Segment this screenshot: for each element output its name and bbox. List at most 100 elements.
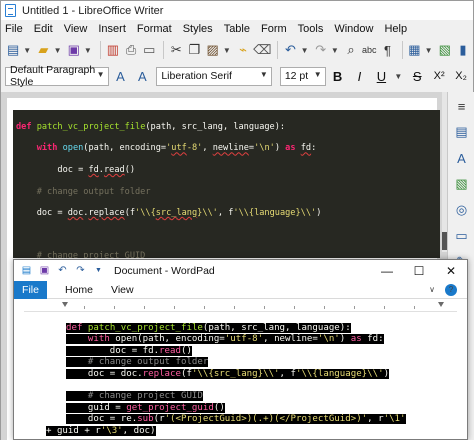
help-icon[interactable]: ? <box>445 283 457 296</box>
chevron-down-icon: ▼ <box>259 69 268 79</box>
vertical-scrollbar[interactable] <box>442 92 447 252</box>
code-block[interactable]: def patch_vc_project_file(path, src_lang… <box>13 110 440 258</box>
export-pdf-icon[interactable]: ▥ <box>105 40 121 60</box>
menu-form[interactable]: Form <box>261 23 287 35</box>
formatting-marks-icon[interactable]: ¶ <box>379 40 395 60</box>
sidebar-menu-icon[interactable]: ≡ <box>452 96 472 116</box>
menu-format[interactable]: Format <box>137 23 172 35</box>
underline-icon[interactable]: U <box>371 66 391 86</box>
save-icon[interactable]: ▣ <box>38 264 51 277</box>
print-icon[interactable]: ⎙ <box>123 40 139 60</box>
subscript-icon[interactable]: X₂ <box>451 66 471 86</box>
new-style-icon[interactable]: A <box>132 66 152 86</box>
menu-help[interactable]: Help <box>384 23 407 35</box>
ruler-tick <box>174 306 175 309</box>
page-icon[interactable]: ▭ <box>452 226 472 246</box>
clone-formatting-icon[interactable]: ⌁ <box>235 40 251 60</box>
close-icon[interactable]: ✕ <box>435 260 467 281</box>
open-dropdown-icon[interactable]: ▼ <box>54 40 62 60</box>
customize-quick-access-icon[interactable]: ▼ <box>92 264 105 277</box>
table-dropdown-icon[interactable]: ▼ <box>425 40 433 60</box>
superscript-icon[interactable]: X² <box>429 66 449 86</box>
wordpad-code-block[interactable]: def patch_vc_project_file(path, src_lang… <box>46 323 456 437</box>
undo-icon[interactable]: ↶ <box>56 264 69 277</box>
navigator-icon[interactable]: ◎ <box>452 200 472 220</box>
code-line: + guid + r'\3', doc) <box>46 425 156 436</box>
print-preview-icon[interactable]: ▭ <box>141 40 157 60</box>
code-line: doc = re.sub(r'(<ProjectGuid>)(.+)(</Pro… <box>66 414 406 425</box>
gallery-icon[interactable]: ▧ <box>452 174 472 194</box>
formatting-toolbar: Default Paragraph Style ▼ A A Liberation… <box>1 63 473 89</box>
font-name-select[interactable]: Liberation Serif ▼ <box>156 66 272 86</box>
italic-icon[interactable]: I <box>350 66 370 86</box>
minimize-icon[interactable]: — <box>371 260 403 281</box>
copy-icon[interactable]: ❐ <box>186 40 202 60</box>
font-name-value: Liberation Serif <box>161 70 232 82</box>
maximize-icon[interactable]: ☐ <box>403 260 435 281</box>
wordpad-ribbon-tabs: File Home View ∨ ? <box>14 280 467 299</box>
ruler-tick <box>384 306 385 309</box>
properties-icon[interactable]: ▤ <box>452 122 472 142</box>
indent-marker-icon[interactable] <box>62 302 68 307</box>
save-icon[interactable]: ▣ <box>66 40 82 60</box>
menu-insert[interactable]: Insert <box>98 23 126 35</box>
tab-view[interactable]: View <box>111 284 134 296</box>
tab-home[interactable]: Home <box>65 284 93 296</box>
code-line: doc = fd.read() <box>66 345 192 356</box>
strikethrough-icon[interactable]: S <box>407 66 427 86</box>
toolbar-separator <box>401 41 403 59</box>
menu-styles[interactable]: Styles <box>183 23 213 35</box>
ruler[interactable] <box>24 302 457 312</box>
new-dropdown-icon[interactable]: ▼ <box>23 40 31 60</box>
new-document-icon[interactable]: ▤ <box>5 40 21 60</box>
tab-file[interactable]: File <box>14 280 47 299</box>
update-style-icon[interactable]: A <box>111 66 131 86</box>
right-indent-marker-icon[interactable] <box>438 302 444 307</box>
menu-edit[interactable]: Edit <box>34 23 53 35</box>
menu-table[interactable]: Table <box>224 23 250 35</box>
undo-dropdown-icon[interactable]: ▼ <box>301 40 309 60</box>
paste-dropdown-icon[interactable]: ▼ <box>223 40 231 60</box>
open-folder-icon[interactable]: ▰ <box>35 40 51 60</box>
collapse-ribbon-icon[interactable]: ∨ <box>429 285 435 294</box>
clear-formatting-icon[interactable]: ⌫ <box>253 40 271 60</box>
chevron-down-icon: ▼ <box>96 69 105 79</box>
underline-dropdown-icon[interactable]: ▼ <box>393 66 403 86</box>
spelling-icon[interactable]: abc <box>361 40 377 60</box>
paragraph-style-value: Default Paragraph Style <box>10 64 96 88</box>
ruler-tick <box>354 306 355 309</box>
redo-icon[interactable]: ↷ <box>313 40 329 60</box>
wordpad-document[interactable]: def patch_vc_project_file(path, src_lang… <box>14 315 467 439</box>
ruler-tick <box>414 306 415 309</box>
code-line: with open(path, encoding='utf-8', newlin… <box>66 334 456 345</box>
toolbar-separator <box>277 41 279 59</box>
redo-icon[interactable]: ↷ <box>74 264 87 277</box>
ruler-tick <box>294 306 295 309</box>
insert-image-icon[interactable]: ▧ <box>437 40 453 60</box>
redo-dropdown-icon[interactable]: ▼ <box>331 40 339 60</box>
libreoffice-menu-bar: File Edit View Insert Format Styles Tabl… <box>1 20 473 37</box>
menu-file[interactable]: File <box>5 23 23 35</box>
menu-view[interactable]: View <box>64 23 88 35</box>
ruler-tick <box>114 306 115 309</box>
code-line: # change output folder <box>16 186 151 197</box>
styles-icon[interactable]: A <box>452 148 472 168</box>
save-dropdown-icon[interactable]: ▼ <box>84 40 92 60</box>
writer-app-icon <box>5 4 16 17</box>
menu-tools[interactable]: Tools <box>298 23 324 35</box>
paste-icon[interactable]: ▨ <box>205 40 221 60</box>
insert-table-icon[interactable]: ▦ <box>406 40 422 60</box>
insert-chart-icon[interactable]: ▮ <box>455 40 471 60</box>
cut-icon[interactable]: ✂ <box>168 40 184 60</box>
menu-window[interactable]: Window <box>334 23 373 35</box>
scrollbar-thumb[interactable] <box>442 232 447 250</box>
undo-icon[interactable]: ↶ <box>282 40 298 60</box>
bold-icon[interactable]: B <box>328 66 348 86</box>
wordpad-app-icon: ▤ <box>21 265 32 276</box>
find-replace-icon[interactable]: ⌕ <box>343 40 359 60</box>
paragraph-style-select[interactable]: Default Paragraph Style ▼ <box>5 64 109 88</box>
ruler-tick <box>144 306 145 309</box>
libreoffice-title-bar: Untitled 1 - LibreOffice Writer <box>1 1 473 20</box>
font-size-select[interactable]: 12 pt ▼ <box>279 66 326 86</box>
